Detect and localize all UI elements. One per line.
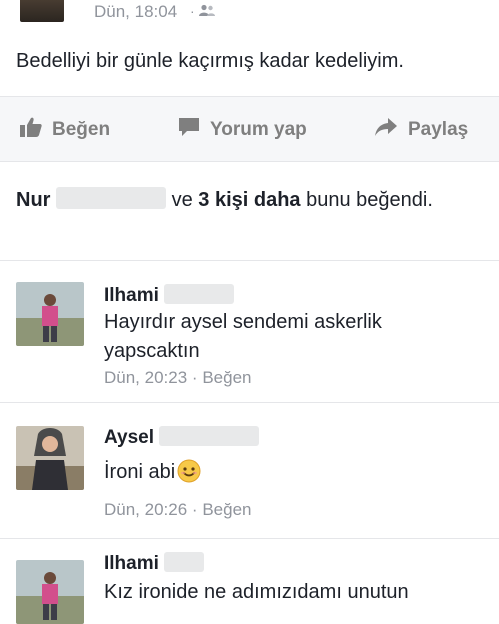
comment-author[interactable]: Ilhami [104,552,205,575]
comment-text: Hayırdır aysel sendemi askerlik yapscakt… [104,311,382,362]
divider [0,260,499,261]
comment-time[interactable]: Dün, 20:23 [104,368,187,387]
comment-icon [179,118,199,136]
redacted-surname [56,187,167,209]
likes-connector: ve [171,189,193,211]
divider [0,538,499,539]
post-text: Bedelliyi bir günle kaçırmış kadar kedel… [16,50,404,72]
share-button[interactable]: Paylaş [374,117,468,141]
commenter-avatar[interactable] [16,426,84,490]
redacted-surname [164,284,235,304]
divider [0,402,499,403]
comment-label: Yorum yap [210,119,307,140]
likes-suffix: bunu beğendi. [306,189,433,211]
others-link[interactable]: 3 kişi daha [198,189,300,211]
comment-text: Kız ironide ne adımızıdamı unutun [104,581,409,603]
comment-author[interactable]: Aysel [104,426,260,449]
thumbs-up-icon [20,117,42,137]
comment-like-link[interactable]: Beğen [202,368,251,387]
post-timestamp[interactable]: Dün, 18:04 [94,2,177,22]
share-arrow-icon [375,118,397,136]
commenter-photo [16,560,84,624]
comment-meta: Dün, 20:23 · Beğen [104,368,252,388]
comment-time[interactable]: Dün, 20:26 [104,500,187,519]
audience-indicator[interactable]: · [190,3,215,19]
meta-separator: · [191,368,198,387]
redacted-surname [159,426,260,446]
friends-icon [198,4,215,16]
post-header: Dün, 18:04 · [0,0,499,30]
comment-like-link[interactable]: Beğen [202,500,251,519]
author-avatar[interactable] [20,0,64,22]
comment-meta: Dün, 20:26 · Beğen [104,500,252,520]
like-button[interactable]: Beğen [20,117,110,141]
smiley-emoji [177,459,201,483]
like-label: Beğen [52,119,111,140]
commenter-photo [16,282,84,346]
share-label: Paylaş [408,119,469,140]
commenter-photo [16,426,84,490]
comment-text: İroni abi [104,458,474,487]
comment-author[interactable]: Ilhami [104,284,235,307]
likes-summary: Nur ve 3 kişi daha bunu beğendi. [16,186,476,215]
liker-name[interactable]: Nur [16,189,50,211]
commenter-avatar[interactable] [16,282,84,346]
redacted-surname [164,552,205,572]
action-bar: Beğen Yorum yap Paylaş [0,96,499,162]
comment-button[interactable]: Yorum yap [178,117,307,141]
audience-separator: · [190,3,195,19]
commenter-avatar[interactable] [16,560,84,624]
meta-separator: · [191,500,198,519]
